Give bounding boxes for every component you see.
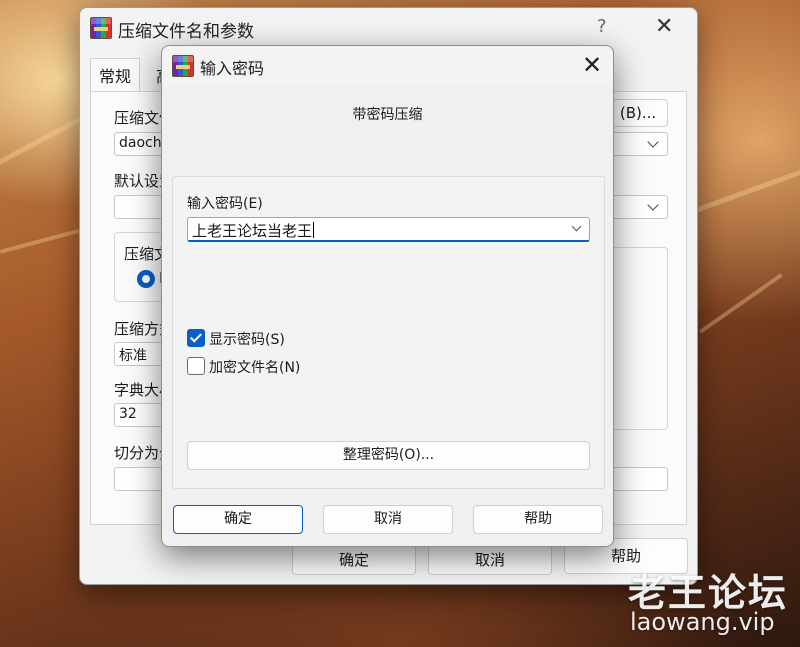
dialog-close-icon[interactable]: ✕	[582, 51, 602, 79]
dictionary-size-value: 32	[119, 406, 137, 422]
background-streak	[698, 273, 784, 334]
back-ok-label: 确定	[338, 551, 369, 569]
browse-button-label: (B)...	[619, 104, 657, 122]
back-window-close-icon[interactable]: ✕	[655, 14, 673, 39]
back-cancel-label: 取消	[474, 551, 505, 569]
dialog-title: 输入密码	[200, 59, 265, 78]
winrar-icon	[172, 55, 194, 77]
back-window-titlebar: 压缩文件名和参数 ? ✕	[80, 8, 697, 48]
dialog-cancel-button[interactable]: 取消	[323, 505, 453, 534]
browse-button[interactable]: (B)...	[608, 99, 668, 127]
password-value: 上老王论坛当老王	[192, 222, 313, 240]
background-streak	[689, 169, 800, 215]
back-cancel-button[interactable]: 取消	[428, 545, 552, 575]
dialog-titlebar: 输入密码 ✕	[162, 46, 613, 86]
watermark-en: laowang.vip	[630, 608, 775, 636]
default-profile-field[interactable]	[114, 195, 164, 219]
chevron-down-icon[interactable]	[571, 221, 582, 232]
organize-passwords-button[interactable]: 整理密码(O)...	[187, 441, 590, 470]
password-options-panel: 输入密码(E) 上老王论坛当老王 显示密码(S) 加密文件名(N) 整理密码(O…	[172, 176, 605, 489]
compression-method-value: 标准	[119, 348, 147, 364]
dialog-ok-button[interactable]: 确定	[173, 505, 303, 534]
text-caret	[313, 222, 315, 238]
archive-name-dropdown[interactable]	[608, 132, 668, 156]
winrar-icon	[90, 17, 112, 39]
radio-rar[interactable]	[137, 270, 155, 288]
show-password-checkbox[interactable]	[187, 329, 205, 347]
tab-general[interactable]: 常规	[90, 58, 141, 91]
dialog-help-label: 帮助	[524, 511, 552, 527]
password-input[interactable]: 上老王论坛当老王	[187, 217, 590, 242]
encrypt-filenames-label: 加密文件名(N)	[209, 360, 301, 376]
show-password-label: 显示密码(S)	[209, 332, 285, 348]
chevron-down-icon	[647, 199, 659, 211]
dialog-ok-label: 确定	[224, 511, 252, 527]
organize-passwords-label: 整理密码(O)...	[342, 447, 435, 463]
dialog-heading: 带密码压缩	[352, 107, 423, 123]
back-ok-button[interactable]: 确定	[292, 545, 416, 575]
encrypt-filenames-checkbox[interactable]	[187, 357, 205, 375]
enter-password-dialog: 输入密码 ✕ 带密码压缩 输入密码(E) 上老王论坛当老王 显示密码(S) 加密…	[161, 45, 614, 547]
back-window-title: 压缩文件名和参数	[118, 22, 254, 42]
update-mode-field[interactable]	[608, 467, 668, 491]
default-profile-dropdown[interactable]	[608, 195, 668, 219]
options-group	[608, 247, 668, 430]
chevron-down-icon	[647, 136, 659, 148]
help-question-icon[interactable]: ?	[597, 16, 607, 37]
password-label: 输入密码(E)	[187, 196, 263, 212]
dialog-help-button[interactable]: 帮助	[473, 505, 603, 534]
dialog-cancel-label: 取消	[374, 511, 402, 527]
